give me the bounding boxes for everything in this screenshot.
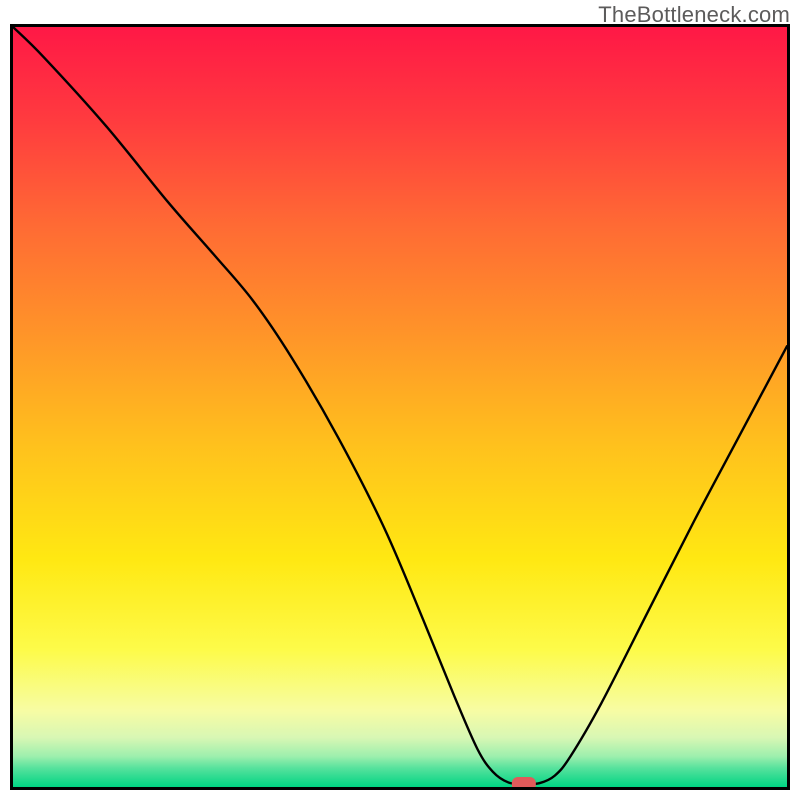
chart-frame	[10, 24, 790, 790]
chart-background	[13, 27, 787, 787]
optimal-point-marker	[512, 777, 536, 787]
bottleneck-chart	[13, 27, 787, 787]
